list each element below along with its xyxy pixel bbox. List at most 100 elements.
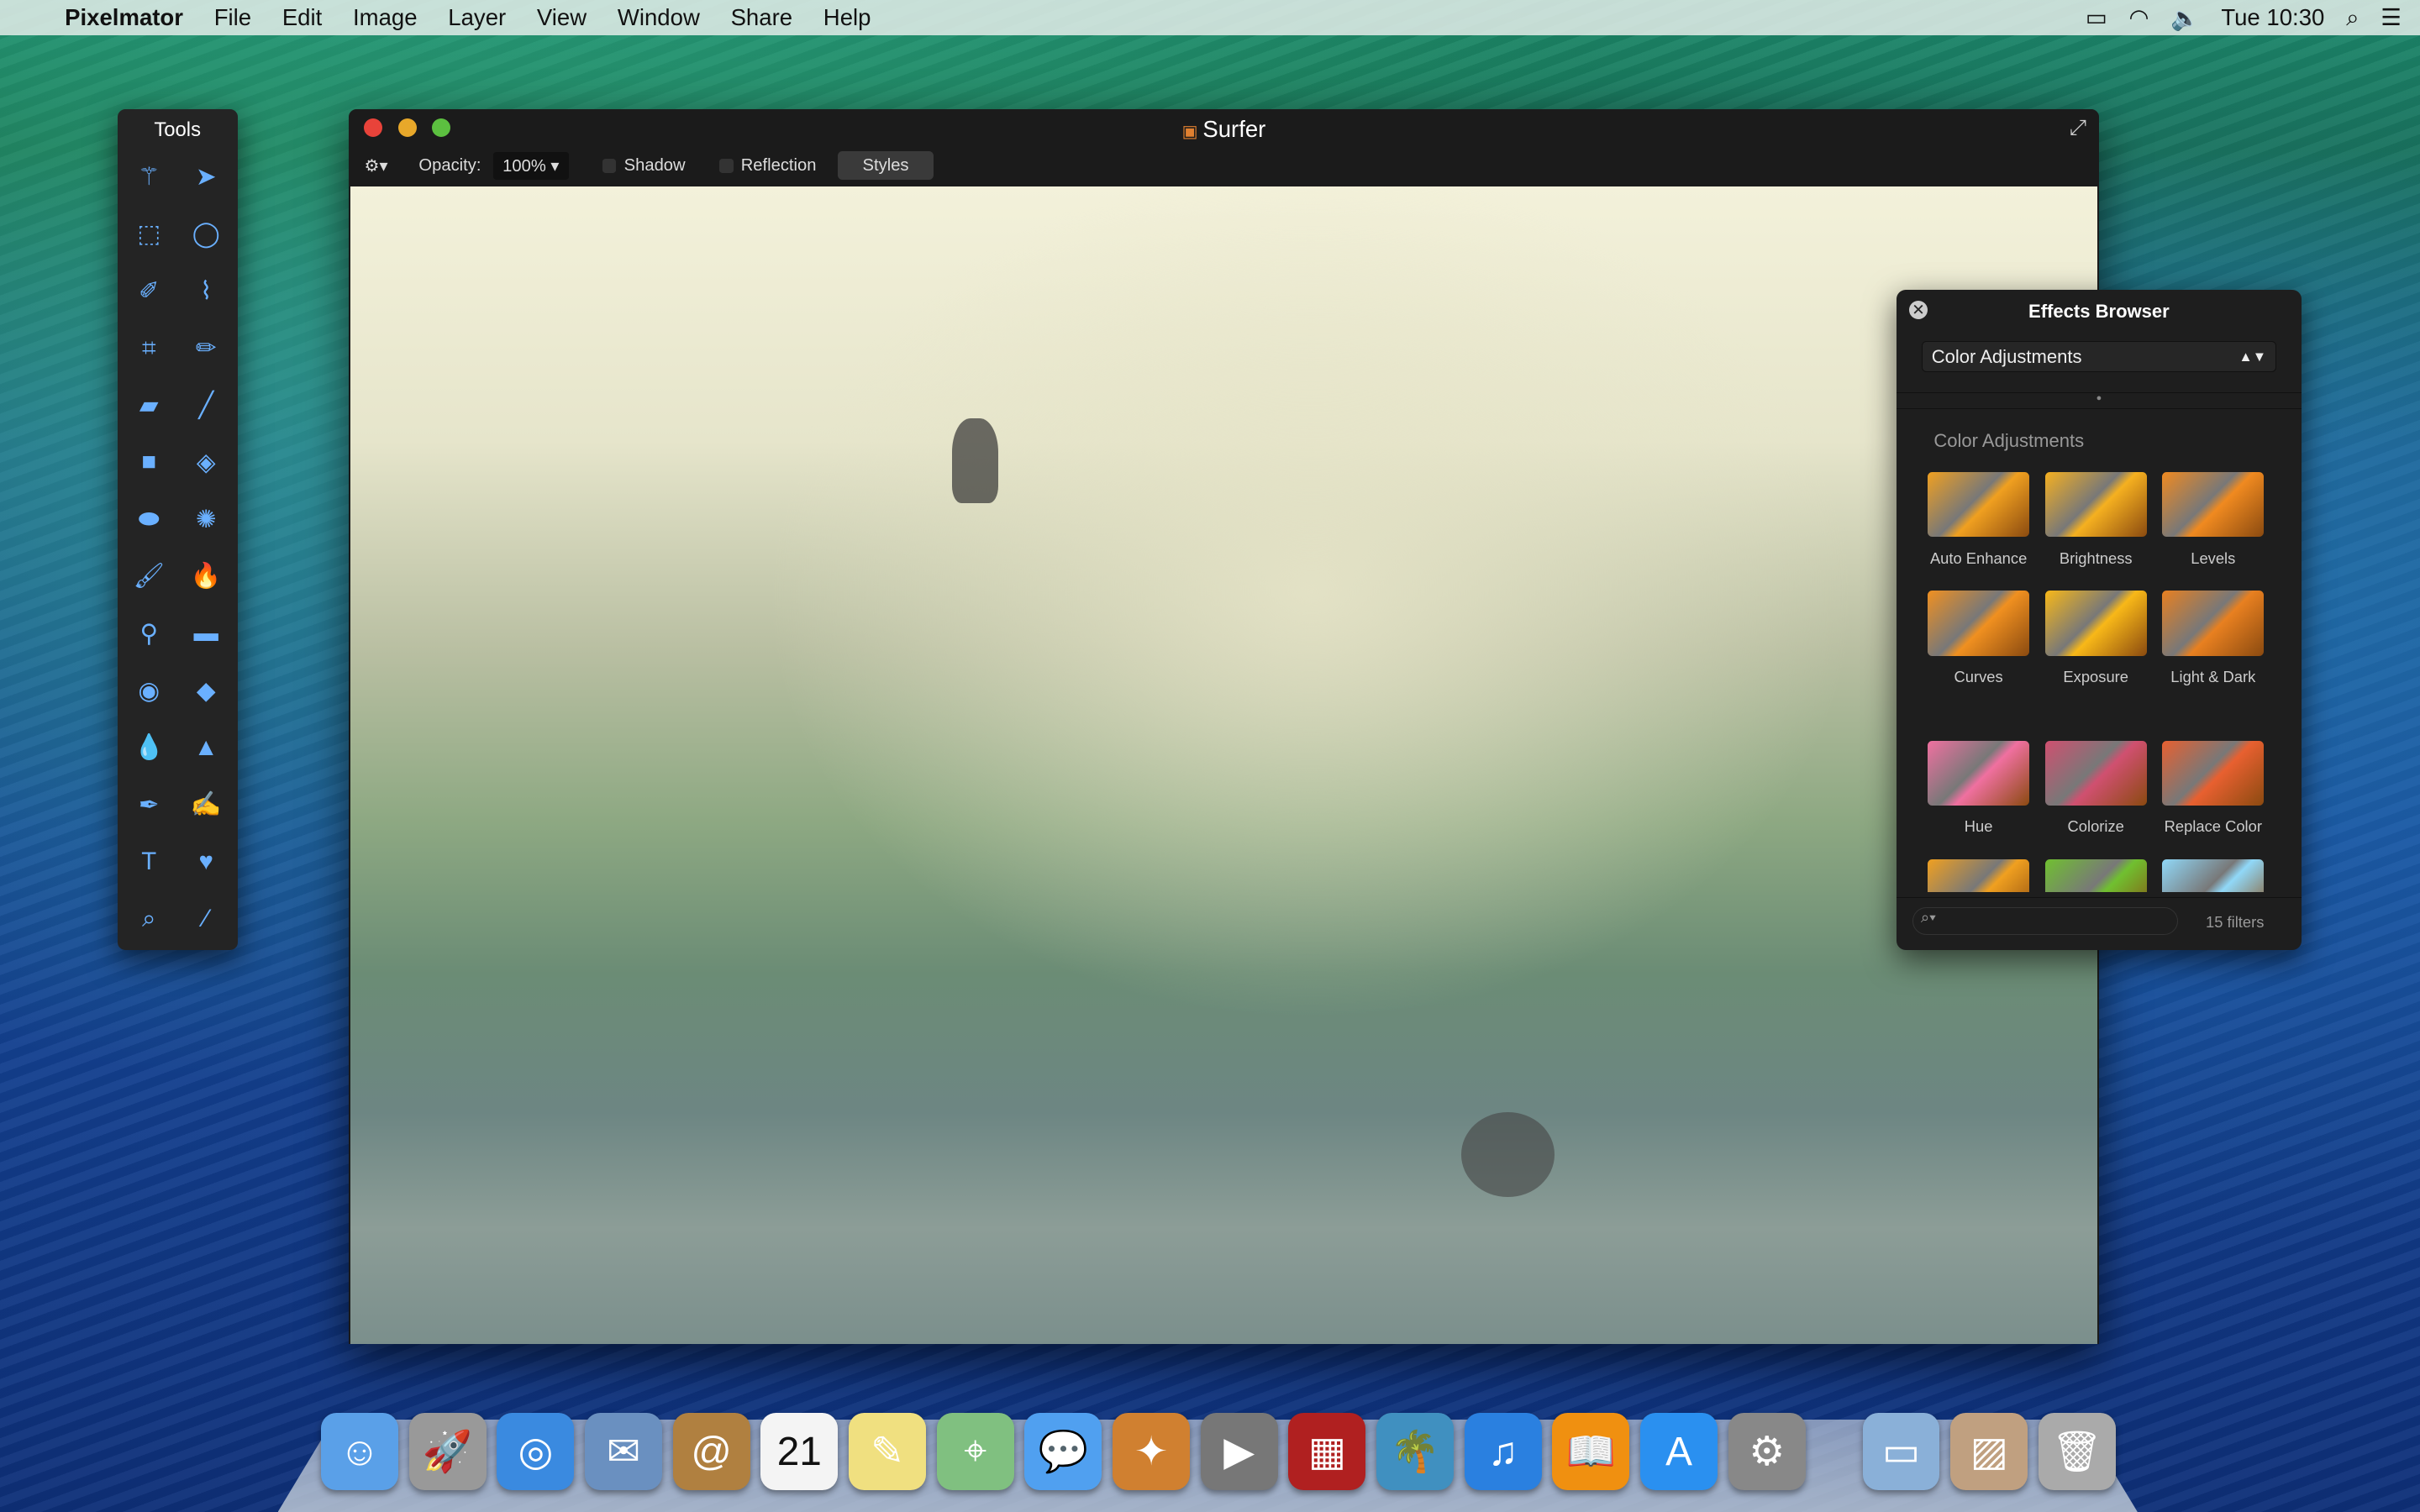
pictures-stack-dock-icon[interactable]: ▨ <box>1950 1413 2028 1491</box>
chevron-down-icon[interactable]: ▾ <box>550 157 559 176</box>
launchpad-dock-icon[interactable]: 🚀 <box>408 1413 487 1491</box>
effects-browser-panel: ✕ Effects Browser Color Adjustments ▲▼ ● … <box>1897 290 2302 951</box>
image-canvas[interactable] <box>350 186 2098 1344</box>
rect-select-tool-icon[interactable]: ⬚ <box>137 219 160 249</box>
shadow-checkbox[interactable]: Shadow <box>602 156 686 176</box>
line-tool-icon[interactable]: ╱ <box>198 391 213 420</box>
sharpen-tool-icon[interactable]: ◆ <box>197 676 216 706</box>
effect-item[interactable] <box>2042 859 2150 892</box>
wifi-icon[interactable]: ◠ <box>2129 4 2149 31</box>
effect-item[interactable]: Curves <box>1924 591 2033 686</box>
burn-tool-icon[interactable]: 🔥 <box>191 562 222 591</box>
messages-dock-icon[interactable]: 💬 <box>1024 1413 1102 1491</box>
heart-shape-tool-icon[interactable]: ♥ <box>198 848 213 876</box>
move-arrow-tool-icon[interactable]: ➤ <box>196 162 217 192</box>
menu-view[interactable]: View <box>537 4 587 31</box>
effect-thumbnail <box>1928 472 2030 538</box>
effect-item[interactable]: Levels <box>2160 472 2268 568</box>
paint-bucket-tool-icon[interactable]: ◈ <box>197 448 216 477</box>
stamp-tool-icon[interactable]: ⚲ <box>139 619 158 648</box>
safari-dock-icon[interactable]: ◎ <box>497 1413 575 1491</box>
rectangle-tool-icon[interactable]: ■ <box>141 448 156 476</box>
effect-item[interactable]: Auto Enhance <box>1924 472 2033 568</box>
documents-folder-dock-icon[interactable]: ▭ <box>1862 1413 1940 1491</box>
effect-thumbnail <box>2044 591 2147 656</box>
facetime-dock-icon[interactable]: ▶ <box>1200 1413 1278 1491</box>
effect-item[interactable]: Brightness <box>2042 472 2150 568</box>
effect-item[interactable]: Exposure <box>2042 591 2150 686</box>
spotlight-icon[interactable]: ⌕ <box>2346 4 2359 32</box>
system-preferences-dock-icon[interactable]: ⚙ <box>1728 1413 1806 1491</box>
category-select[interactable]: Color Adjustments ▲▼ <box>1921 340 2277 372</box>
finder-dock-icon[interactable]: ☺ <box>321 1413 398 1491</box>
bandage-tool-icon[interactable]: ▬ <box>193 619 218 648</box>
eyedropper-tool-icon[interactable]: ⁄ <box>204 905 208 933</box>
notes-dock-icon[interactable]: ✎ <box>849 1413 926 1491</box>
ellipse-select-tool-icon[interactable]: ◯ <box>192 219 220 249</box>
pencil-tool-icon[interactable]: ✏ <box>196 333 217 363</box>
itunes-dock-icon[interactable]: ♫ <box>1464 1413 1542 1491</box>
app-store-dock-icon[interactable]: A <box>1640 1413 1718 1491</box>
effect-label: Auto Enhance <box>1929 549 2028 567</box>
color-picker-tool-icon[interactable]: ✺ <box>196 505 217 534</box>
iphoto-dock-icon[interactable]: 🌴 <box>1376 1413 1454 1491</box>
effect-item[interactable]: Hue <box>1924 740 2033 837</box>
brush-tool-icon[interactable]: 🖌 <box>134 562 165 591</box>
effect-item[interactable]: Colorize <box>2042 740 2150 837</box>
surfer-figure <box>952 417 999 503</box>
clock[interactable]: Tue 10:30 <box>2221 4 2324 31</box>
magic-wand-tool-icon[interactable]: ⚚ <box>138 162 160 192</box>
category-value: Color Adjustments <box>1931 345 2082 367</box>
pixelmator-dock-icon[interactable]: ✦ <box>1113 1413 1190 1491</box>
trash-dock-icon[interactable]: 🗑 <box>2038 1413 2116 1491</box>
effect-label: Hue <box>1964 817 1993 836</box>
eraser-tool-icon[interactable]: ▰ <box>139 391 159 420</box>
menu-window[interactable]: Window <box>618 4 700 31</box>
menu-app-name[interactable]: Pixelmator <box>65 4 183 31</box>
contacts-dock-icon[interactable]: @ <box>672 1413 750 1491</box>
freeform-pen-tool-icon[interactable]: ✍ <box>191 790 222 819</box>
menu-file[interactable]: File <box>214 4 251 31</box>
magnetic-select-tool-icon[interactable]: ✐ <box>139 276 160 306</box>
ibooks-dock-icon[interactable]: 📖 <box>1552 1413 1630 1491</box>
calendar-dock-icon[interactable]: 21 <box>760 1413 839 1491</box>
opacity-label: Opacity: <box>418 155 481 175</box>
effect-label: Replace Color <box>2164 817 2262 836</box>
reflection-checkbox[interactable]: Reflection <box>719 156 816 176</box>
effect-thumbnail <box>2162 859 2265 892</box>
lasso-tool-icon[interactable]: ⌇ <box>200 276 212 306</box>
cone-tool-icon[interactable]: ▲ <box>194 733 218 762</box>
search-input[interactable]: ⌕▾ <box>1912 906 2178 936</box>
effect-item[interactable] <box>2160 859 2268 892</box>
maps-dock-icon[interactable]: ⌖ <box>936 1413 1014 1491</box>
zoom-tool-icon[interactable]: ⌕ <box>142 905 155 933</box>
blur-tool-icon[interactable]: 💧 <box>134 733 165 762</box>
photo-booth-dock-icon[interactable]: ▦ <box>1288 1413 1366 1491</box>
fullscreen-icon[interactable]: ⤢ <box>2070 116 2087 141</box>
split-handle[interactable]: ● <box>1897 391 2302 409</box>
ellipse-tool-icon[interactable]: ⬬ <box>139 505 160 533</box>
menu-edit[interactable]: Edit <box>282 4 322 31</box>
menu-layer[interactable]: Layer <box>448 4 506 31</box>
red-eye-tool-icon[interactable]: ◉ <box>138 676 160 706</box>
shadow-label: Shadow <box>623 155 686 175</box>
opacity-field[interactable]: 100% ▾ <box>493 152 569 180</box>
airplay-icon[interactable]: ▭ <box>2086 4 2107 31</box>
effect-item[interactable] <box>1924 859 2033 892</box>
crop-tool-icon[interactable]: ⌗ <box>142 334 156 363</box>
effect-item[interactable]: Replace Color <box>2160 740 2268 837</box>
notification-center-icon[interactable]: ☰ <box>2381 4 2402 31</box>
effect-item[interactable]: Light & Dark <box>2160 591 2268 686</box>
mail-dock-icon[interactable]: ✉ <box>585 1413 662 1491</box>
volume-icon[interactable]: 🔈 <box>2170 4 2199 32</box>
desktop: Pixelmator File Edit Image Layer View Wi… <box>0 0 2420 1512</box>
updown-arrows-icon: ▲▼ <box>2238 348 2267 365</box>
menu-help[interactable]: Help <box>823 4 871 31</box>
styles-button[interactable]: Styles <box>838 151 934 181</box>
pen-tool-icon[interactable]: ✒ <box>139 790 160 820</box>
type-tool-icon[interactable]: T <box>141 848 156 876</box>
menu-share[interactable]: Share <box>731 4 793 31</box>
search-icon: ⌕▾ <box>1920 907 1936 926</box>
menu-image[interactable]: Image <box>353 4 418 31</box>
gear-icon[interactable]: ⚙▾ <box>364 155 387 176</box>
